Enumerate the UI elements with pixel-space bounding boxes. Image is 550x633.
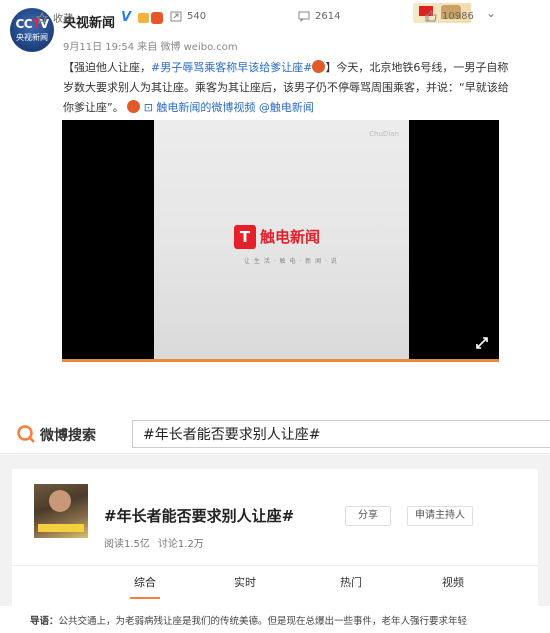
weibo-search-bar: 微博搜索 xyxy=(0,414,550,454)
video-progress-bar[interactable] xyxy=(62,359,499,362)
emoji-icon xyxy=(312,60,326,73)
search-icon xyxy=(16,424,36,444)
topic-guide: 导语：公共交通上，为老弱病残让座是我们的传统美德。但是现在总爆出一些事件，老年人… xyxy=(0,606,550,633)
search-title: 微博搜索 xyxy=(40,428,96,444)
video-watermark: ChuDian xyxy=(369,130,399,138)
repost-count: 540 xyxy=(187,10,207,22)
tab-hot[interactable]: 热门 xyxy=(340,574,362,590)
post-text-part: 【强迫他人让座， xyxy=(63,61,151,74)
mention-link[interactable]: @触电新闻 xyxy=(259,101,314,114)
weibo-post: CCTV 央视新闻 央视新闻 V 9月11日 19:54 来自 微博 weibo… xyxy=(0,0,550,408)
comment-count: 2614 xyxy=(315,10,341,22)
video-link-icon: ⊡ xyxy=(143,101,153,114)
fullscreen-icon[interactable] xyxy=(475,336,489,350)
video-link[interactable]: 触电新闻的微博视频 xyxy=(156,101,255,114)
discussion-count: 讨论1.2万 xyxy=(157,539,204,550)
read-count: 阅读1.5亿 xyxy=(104,539,150,550)
medal-icon xyxy=(138,11,164,25)
chevron-down-icon[interactable]: ⌄ xyxy=(486,6,496,20)
share-button[interactable]: 分享 xyxy=(345,506,391,526)
emoji-icon xyxy=(127,100,141,113)
star-icon xyxy=(36,11,48,24)
topic-thumbnail[interactable] xyxy=(34,484,88,538)
tab-video[interactable]: 视频 xyxy=(442,574,464,590)
video-tagline: 让 生 活 · 触 电 · 新 闻 · 说 xyxy=(244,258,338,265)
comment-icon xyxy=(298,11,310,22)
guide-text: 导语：公共交通上，为老弱病残让座是我们的传统美德。但是现在总爆出一些事件，老年人… xyxy=(30,613,535,627)
hashtag-link[interactable]: #男子辱骂乘客称早该给爹让座# xyxy=(151,61,312,74)
tab-comprehensive[interactable]: 综合 xyxy=(130,574,160,599)
verified-icon: V xyxy=(121,10,132,25)
section-divider xyxy=(0,404,550,414)
topic-stats: 阅读1.5亿 讨论1.2万 xyxy=(104,535,204,550)
comment-button[interactable]: 2614 xyxy=(298,10,340,22)
favorite-label: 收藏 xyxy=(53,14,73,25)
video-logo-text: 触电新闻 xyxy=(260,228,321,246)
apply-host-button[interactable]: 申请主持人 xyxy=(407,506,473,526)
video-player[interactable]: ChuDian T 触电新闻 让 生 活 · 触 电 · 新 闻 · 说 xyxy=(62,120,499,362)
favorite-button[interactable]: 收藏 xyxy=(36,10,73,25)
like-button[interactable]: 10986 xyxy=(425,10,474,22)
video-frame: ChuDian T 触电新闻 让 生 活 · 触 电 · 新 闻 · 说 xyxy=(154,120,409,359)
avatar-caption: 央视新闻 xyxy=(16,33,48,42)
guide-body: 公共交通上，为老弱病残让座是我们的传统美德。但是现在总爆出一些事件，老年人强行要… xyxy=(58,616,468,627)
chudian-logo-icon: T xyxy=(234,225,256,249)
topic-tabs: 综合 实时 热门 视频 xyxy=(12,565,538,600)
post-text: 【强迫他人让座，#男子辱骂乘客称早该给爹让座# 】今天，北京地铁6号线，一男子自称… xyxy=(63,58,519,118)
post-meta: 9月11日 19:54 来自 微博 weibo.com xyxy=(63,42,238,53)
topic-title: #年长者能否要求别人让座# xyxy=(104,507,295,525)
repost-button[interactable]: 540 xyxy=(170,10,206,22)
search-input[interactable] xyxy=(132,420,550,448)
thumbs-up-icon xyxy=(425,10,437,22)
like-count: 10986 xyxy=(442,10,474,22)
repost-icon xyxy=(170,11,182,22)
guide-label: 导语： xyxy=(30,616,59,627)
tab-realtime[interactable]: 实时 xyxy=(234,574,256,590)
